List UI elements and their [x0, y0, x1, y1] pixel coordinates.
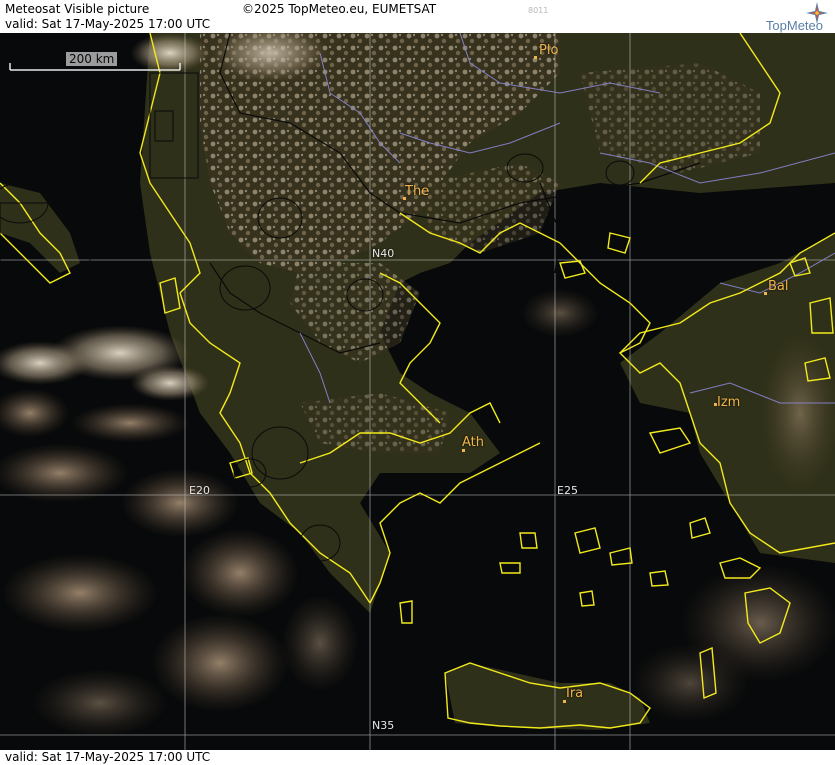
city-label-izm[interactable]: Izm	[717, 395, 740, 410]
image-code: 8011	[528, 6, 549, 15]
satellite-map[interactable]: 200 km N40 N35 E20 E25 Plo The Ath Bal I…	[0, 33, 835, 750]
city-label-plo[interactable]: Plo	[539, 43, 558, 58]
city-marker-bal	[764, 292, 767, 295]
city-label-bal[interactable]: Bal	[768, 279, 789, 294]
footer-bar: valid: Sat 17-May-2025 17:00 UTC	[0, 750, 835, 765]
scale-bar-label: 200 km	[66, 52, 118, 66]
lat-label-40: N40	[372, 247, 395, 260]
city-label-ira[interactable]: Ira	[566, 686, 583, 701]
city-label-the[interactable]: The	[405, 184, 429, 199]
logo-text: TopMeteo	[765, 18, 823, 33]
map-canvas	[0, 33, 835, 750]
lon-label-25: E25	[557, 484, 578, 497]
copyright-text: ©2025 TopMeteo.eu, EUMETSAT	[242, 2, 437, 16]
city-marker-plo	[534, 56, 537, 59]
valid-time: valid: Sat 17-May-2025 17:00 UTC	[5, 17, 211, 31]
footer-valid-time: valid: Sat 17-May-2025 17:00 UTC	[5, 750, 211, 764]
lon-label-20: E20	[189, 484, 210, 497]
picture-title: Meteosat Visible picture	[5, 2, 150, 16]
topmeteo-logo[interactable]: TopMeteo	[735, 2, 831, 33]
city-label-ath[interactable]: Ath	[462, 435, 484, 450]
lat-label-35: N35	[372, 719, 395, 732]
header-bar: Meteosat Visible picture valid: Sat 17-M…	[0, 0, 835, 33]
